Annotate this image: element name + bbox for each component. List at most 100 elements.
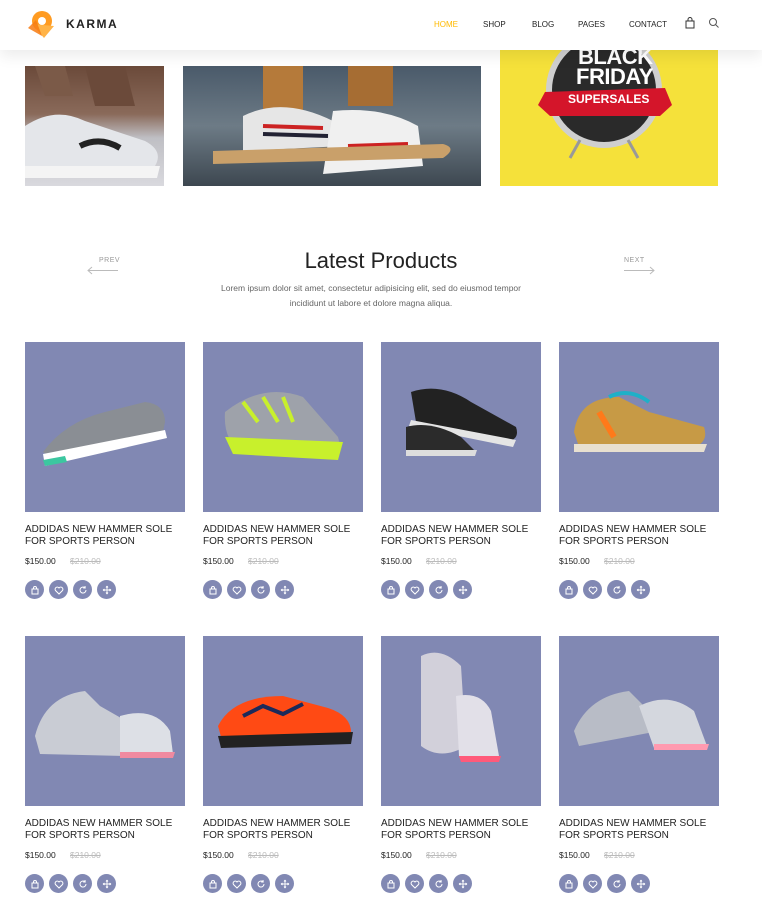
product-image[interactable] — [25, 342, 185, 512]
shopping-bag-button[interactable] — [559, 874, 578, 893]
product-card[interactable]: ADDIDAS NEW HAMMER SOLE FOR SPORTS PERSO… — [25, 636, 185, 906]
product-actions — [203, 580, 294, 599]
move-button[interactable] — [97, 874, 116, 893]
product-old-price: $210.00 — [70, 850, 101, 860]
refresh-icon — [435, 585, 443, 593]
heart-button[interactable] — [583, 580, 602, 599]
product-name[interactable]: ADDIDAS NEW HAMMER SOLE FOR SPORTS PERSO… — [559, 818, 719, 842]
refresh-button[interactable] — [73, 580, 92, 599]
product-old-price: $210.00 — [604, 556, 635, 566]
product-image[interactable] — [381, 636, 541, 806]
heart-button[interactable] — [583, 874, 602, 893]
product-price: $150.00 — [203, 850, 234, 860]
shopping-bag-button[interactable] — [203, 580, 222, 599]
heart-button[interactable] — [49, 580, 68, 599]
refresh-icon — [79, 879, 87, 887]
brand-name[interactable]: KARMA — [66, 17, 118, 31]
product-card[interactable]: ADDIDAS NEW HAMMER SOLE FOR SPORTS PERSO… — [559, 636, 719, 906]
shopping-bag-button[interactable] — [203, 874, 222, 893]
cart-icon[interactable] — [684, 17, 696, 29]
product-image[interactable] — [559, 636, 719, 806]
product-price: $150.00 — [559, 850, 590, 860]
product-card[interactable]: ADDIDAS NEW HAMMER SOLE FOR SPORTS PERSO… — [203, 636, 363, 906]
move-button[interactable] — [631, 580, 650, 599]
product-name[interactable]: ADDIDAS NEW HAMMER SOLE FOR SPORTS PERSO… — [381, 818, 541, 842]
move-button[interactable] — [453, 874, 472, 893]
product-old-price: $210.00 — [426, 850, 457, 860]
product-name[interactable]: ADDIDAS NEW HAMMER SOLE FOR SPORTS PERSO… — [381, 524, 541, 548]
nav-blog[interactable]: BLOG — [532, 20, 554, 29]
search-icon[interactable] — [708, 17, 720, 29]
heart-icon — [54, 586, 63, 595]
heart-button[interactable] — [405, 580, 424, 599]
nav-pages[interactable]: PAGES — [578, 20, 605, 29]
product-price: $150.00 — [203, 556, 234, 566]
logo-icon[interactable] — [24, 8, 58, 42]
move-button[interactable] — [631, 874, 650, 893]
product-name[interactable]: ADDIDAS NEW HAMMER SOLE FOR SPORTS PERSO… — [203, 524, 363, 548]
product-image[interactable] — [203, 636, 363, 806]
product-card[interactable]: ADDIDAS NEW HAMMER SOLE FOR SPORTS PERSO… — [559, 342, 719, 612]
move-button[interactable] — [97, 580, 116, 599]
product-price: $150.00 — [25, 850, 56, 860]
heart-button[interactable] — [405, 874, 424, 893]
heart-button[interactable] — [227, 874, 246, 893]
product-card[interactable]: ADDIDAS NEW HAMMER SOLE FOR SPORTS PERSO… — [203, 342, 363, 612]
heart-button[interactable] — [49, 874, 68, 893]
shoe-image — [218, 696, 353, 748]
banner-skateboard[interactable] — [183, 66, 481, 186]
shopping-bag-button[interactable] — [381, 580, 400, 599]
product-old-price: $210.00 — [604, 850, 635, 860]
heart-icon — [232, 586, 241, 595]
product-card[interactable]: ADDIDAS NEW HAMMER SOLE FOR SPORTS PERSO… — [381, 342, 541, 612]
skateboard-image — [213, 66, 451, 174]
heart-icon — [588, 880, 597, 889]
nav-shop[interactable]: SHOP — [483, 20, 506, 29]
move-icon — [636, 585, 645, 594]
product-card[interactable]: ADDIDAS NEW HAMMER SOLE FOR SPORTS PERSO… — [381, 636, 541, 906]
move-icon — [280, 585, 289, 594]
move-icon — [102, 585, 111, 594]
nav-contact[interactable]: CONTACT — [629, 20, 667, 29]
product-image[interactable] — [25, 636, 185, 806]
banner-sneaker-closeup[interactable] — [25, 66, 164, 186]
nav-home[interactable]: HOME — [434, 20, 458, 29]
refresh-button[interactable] — [251, 874, 270, 893]
refresh-icon — [613, 585, 621, 593]
product-image[interactable] — [381, 342, 541, 512]
product-actions — [559, 580, 650, 599]
move-button[interactable] — [453, 580, 472, 599]
heart-button[interactable] — [227, 580, 246, 599]
move-button[interactable] — [275, 874, 294, 893]
product-name[interactable]: ADDIDAS NEW HAMMER SOLE FOR SPORTS PERSO… — [559, 524, 719, 548]
product-price: $150.00 — [559, 556, 590, 566]
banner-black-friday[interactable]: BLACK FRIDAY SUPERSALES — [500, 50, 718, 186]
refresh-icon — [257, 879, 265, 887]
product-name[interactable]: ADDIDAS NEW HAMMER SOLE FOR SPORTS PERSO… — [25, 818, 185, 842]
move-button[interactable] — [275, 580, 294, 599]
shopping-bag-button[interactable] — [25, 580, 44, 599]
refresh-button[interactable] — [429, 874, 448, 893]
shopping-bag-button[interactable] — [25, 874, 44, 893]
shopping-bag-button[interactable] — [381, 874, 400, 893]
refresh-button[interactable] — [607, 874, 626, 893]
black-friday-ribbon: SUPERSALES — [568, 92, 650, 106]
shopping-bag-button[interactable] — [559, 580, 578, 599]
refresh-button[interactable] — [73, 874, 92, 893]
product-old-price: $210.00 — [426, 556, 457, 566]
section-title: Latest Products — [304, 248, 458, 273]
product-name[interactable]: ADDIDAS NEW HAMMER SOLE FOR SPORTS PERSO… — [25, 524, 185, 548]
shoe-image — [574, 691, 709, 750]
move-icon — [458, 585, 467, 594]
refresh-button[interactable] — [429, 580, 448, 599]
heart-icon — [588, 586, 597, 595]
shopping-bag-icon — [209, 879, 216, 888]
product-image[interactable] — [203, 342, 363, 512]
refresh-button[interactable] — [251, 580, 270, 599]
refresh-button[interactable] — [607, 580, 626, 599]
product-card[interactable]: ADDIDAS NEW HAMMER SOLE FOR SPORTS PERSO… — [25, 342, 185, 612]
product-name[interactable]: ADDIDAS NEW HAMMER SOLE FOR SPORTS PERSO… — [203, 818, 363, 842]
product-image[interactable] — [559, 342, 719, 512]
shoe-image — [35, 691, 175, 758]
refresh-icon — [257, 585, 265, 593]
